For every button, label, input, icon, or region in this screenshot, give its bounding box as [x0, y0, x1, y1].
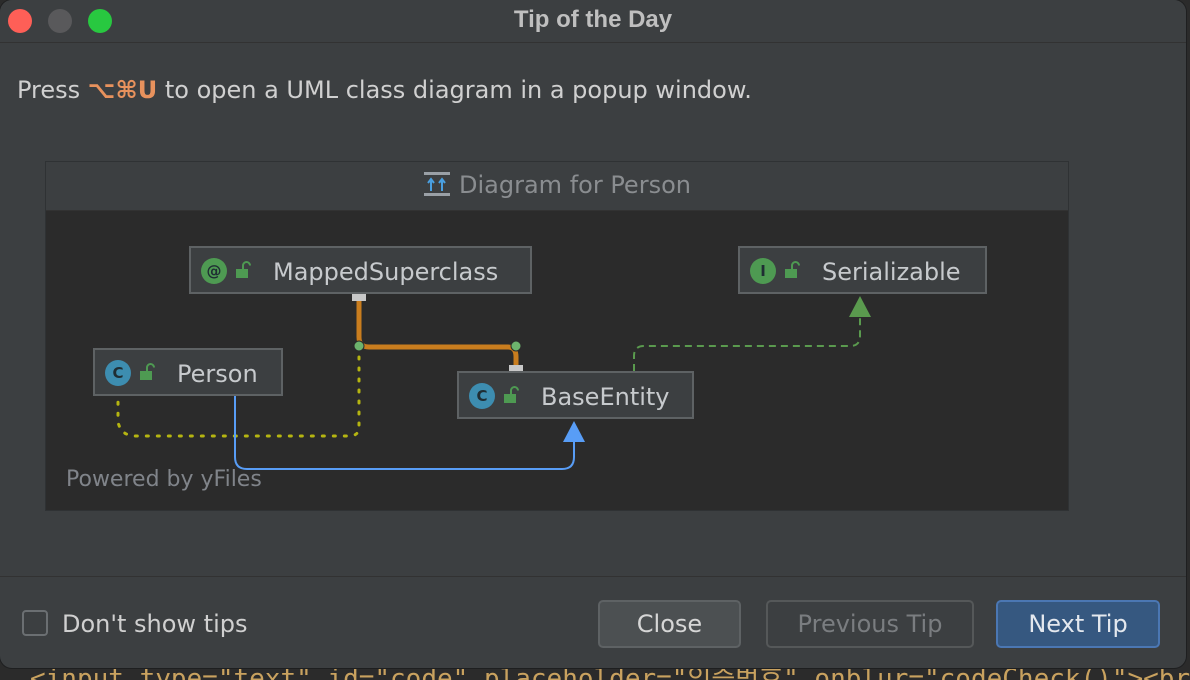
unlock-icon	[140, 363, 155, 380]
uml-node-baseentity[interactable]: C BaseEntity	[457, 371, 694, 419]
dont-show-tips-label[interactable]: Don't show tips	[62, 610, 247, 638]
diagram-edges	[116, 287, 871, 470]
uml-node-mappedsuperclass[interactable]: @ MappedSuperclass	[189, 246, 532, 294]
close-button[interactable]: Close	[598, 600, 741, 648]
interface-badge-icon: I	[750, 258, 776, 284]
next-tip-button[interactable]: Next Tip	[996, 600, 1160, 648]
annotation-edge-anchor	[510, 340, 522, 352]
tip-of-the-day-dialog: Tip of the Day Press ⌥⌘U to open a UML c…	[0, 0, 1186, 668]
uml-node-serializable[interactable]: I Serializable	[738, 246, 987, 294]
uml-node-person[interactable]: C Person	[93, 348, 283, 396]
node-label: MappedSuperclass	[273, 258, 499, 286]
annotation-badge-icon: @	[201, 258, 227, 284]
node-label: BaseEntity	[541, 383, 670, 411]
realization-edge	[633, 316, 861, 371]
tip-prefix: Press	[17, 76, 88, 104]
tip-suffix: to open a UML class diagram in a popup w…	[157, 76, 752, 104]
node-label: Person	[177, 360, 258, 388]
node-label: Serializable	[822, 258, 961, 286]
footer-divider	[0, 576, 1186, 577]
class-badge-icon: C	[469, 383, 495, 409]
tip-text: Press ⌥⌘U to open a UML class diagram in…	[17, 76, 752, 104]
dialog-title: Tip of the Day	[513, 6, 673, 33]
powered-by-label: Powered by yFiles	[66, 467, 262, 492]
unlock-icon	[236, 261, 251, 278]
class-badge-icon: C	[105, 360, 131, 386]
titlebar: Tip of the Day	[0, 0, 1186, 43]
unlock-icon	[785, 261, 800, 278]
previous-tip-button[interactable]: Previous Tip	[766, 600, 974, 648]
unlock-icon	[504, 386, 519, 403]
annotation-edge	[356, 295, 519, 368]
inheritance-arrowhead	[563, 421, 585, 442]
dont-show-tips-checkbox[interactable]	[22, 610, 48, 636]
shortcut-keys: ⌥⌘U	[87, 76, 158, 104]
dotted-edge-anchor	[353, 340, 365, 352]
realization-arrowhead	[849, 296, 871, 317]
diagram-preview: Diagram for Person @ MappedSuperclass I …	[45, 161, 1069, 511]
